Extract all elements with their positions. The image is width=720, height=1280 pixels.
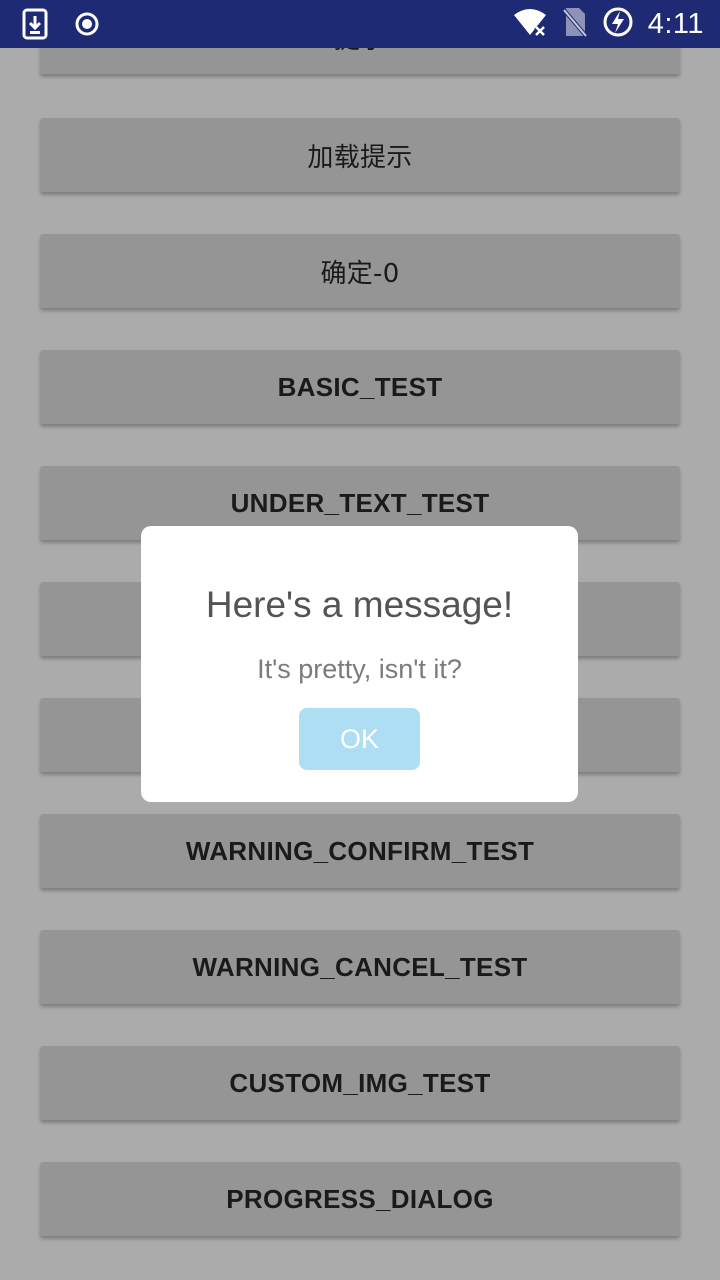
status-time: 4:11 bbox=[647, 8, 704, 40]
dialog-title: Here's a message! bbox=[205, 584, 514, 625]
dialog-message: It's pretty, isn't it? bbox=[257, 654, 462, 684]
warning-cancel-test-button[interactable]: WARNING_CANCEL_TEST bbox=[40, 930, 680, 1004]
basic-test-button[interactable]: BASIC_TEST bbox=[40, 350, 680, 424]
message-dialog: Here's a message! It's pretty, isn't it?… bbox=[141, 526, 578, 802]
status-bar-right: 4:11 bbox=[512, 6, 704, 43]
tip-button[interactable]: 提示 bbox=[40, 48, 680, 74]
wifi-off-icon bbox=[512, 7, 548, 42]
ok-button[interactable]: OK bbox=[299, 708, 420, 770]
download-icon bbox=[22, 8, 48, 45]
battery-charging-icon bbox=[602, 6, 634, 43]
no-sim-icon bbox=[562, 6, 588, 43]
warning-confirm-test-button[interactable]: WARNING_CONFIRM_TEST bbox=[40, 814, 680, 888]
confirm-0-button[interactable]: 确定-0 bbox=[40, 234, 680, 308]
loading-tip-button[interactable]: 加载提示 bbox=[40, 118, 680, 192]
record-icon bbox=[74, 11, 100, 42]
status-bar-left bbox=[22, 8, 100, 45]
status-bar: 4:11 bbox=[0, 0, 720, 48]
progress-dialog-button[interactable]: PROGRESS_DIALOG bbox=[40, 1162, 680, 1236]
custom-img-test-button[interactable]: CUSTOM_IMG_TEST bbox=[40, 1046, 680, 1120]
